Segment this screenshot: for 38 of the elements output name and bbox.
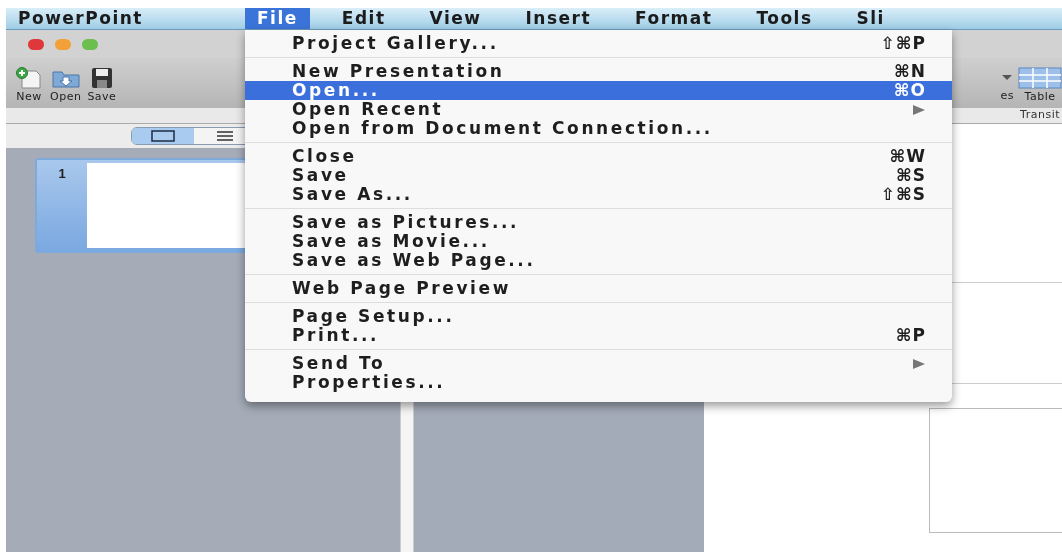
menu-item[interactable]: Project Gallery... ⇧⌘P	[245, 34, 952, 53]
submenu-arrow-icon	[912, 103, 926, 116]
menu-item[interactable]: Open from Document Connection...	[245, 119, 952, 138]
toolbar-button[interactable]: Save	[87, 66, 117, 105]
slide-view-icon	[151, 130, 175, 142]
shortcut-label: ⇧⌘P	[880, 31, 926, 55]
new-document-icon	[14, 66, 44, 89]
submenu-arrow-icon	[912, 357, 926, 370]
close-icon[interactable]	[28, 38, 44, 50]
menu-item[interactable]: Properties...	[245, 373, 952, 392]
menu-item[interactable]: Web Page Preview	[245, 279, 952, 298]
menu-item[interactable]: Open Recent	[245, 100, 952, 119]
menu-item[interactable]: Insert	[513, 8, 604, 29]
menu-item[interactable]: Open... ⌘O	[245, 81, 952, 100]
menu-item[interactable]: Sli	[844, 8, 897, 29]
zoom-icon[interactable]	[82, 38, 98, 50]
menu-item[interactable]: Format	[623, 8, 725, 29]
toolbar-button[interactable]: New	[14, 66, 44, 105]
menu-item[interactable]: Send To	[245, 354, 952, 373]
menu-item[interactable]: New Presentation ⌘N	[245, 62, 952, 81]
toolbar-button[interactable]: es	[1000, 66, 1014, 105]
app-menu[interactable]: PowerPoint	[6, 8, 245, 29]
table-icon	[1018, 66, 1062, 89]
outline-view-icon	[215, 130, 235, 142]
view-toggle[interactable]	[132, 128, 194, 144]
menu-item[interactable]: Tools	[744, 8, 825, 29]
shortcut-label: ⌘P	[895, 323, 926, 347]
menu-item[interactable]: View	[417, 8, 494, 29]
menu-item[interactable]: File	[245, 8, 310, 29]
ribbon-tab[interactable]: Transit	[1020, 107, 1062, 124]
menu-item[interactable]: Print... ⌘P	[245, 326, 952, 345]
menu-item[interactable]: Edit	[329, 8, 398, 29]
toolbar-button[interactable]: Table	[1018, 66, 1062, 105]
menu-item[interactable]: Page Setup...	[245, 307, 952, 326]
toolbar-button[interactable]: Open	[50, 66, 82, 105]
slide-number: 1	[57, 165, 67, 183]
menu-item[interactable]: Save as Web Page...	[245, 251, 952, 270]
caret-icon	[1002, 74, 1013, 80]
